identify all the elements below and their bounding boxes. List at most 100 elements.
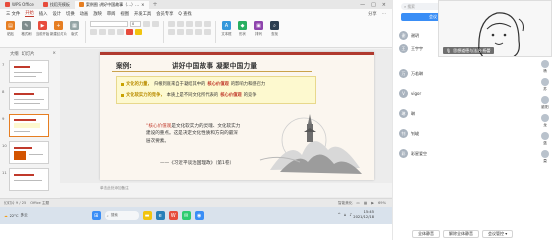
bullets-icon[interactable] xyxy=(168,21,175,27)
menu-developer[interactable]: 开发工具 xyxy=(134,11,151,17)
speaker-video[interactable]: 🎙 思想道德与法治-杨蕾 xyxy=(438,0,552,57)
line-spacing-icon[interactable] xyxy=(204,21,211,27)
indent-icon[interactable] xyxy=(186,21,193,27)
menu-insert[interactable]: 插入 xyxy=(39,11,48,17)
participant-mini[interactable]: 杨 xyxy=(538,60,552,74)
slide-thumb[interactable] xyxy=(9,60,49,83)
layout-button[interactable]: ▦ 版式 xyxy=(68,21,81,36)
menu-slideshow[interactable]: 放映 xyxy=(93,11,102,17)
edge-browser-icon[interactable]: e xyxy=(155,211,165,220)
bold-icon[interactable] xyxy=(90,29,97,35)
font-color-icon[interactable] xyxy=(126,29,133,35)
menu-file[interactable]: 三 文件 xyxy=(6,11,20,17)
taskbar-search[interactable]: ⌕ 搜索 xyxy=(104,211,139,220)
more-button[interactable]: … xyxy=(382,11,386,17)
numbering-icon[interactable] xyxy=(177,21,184,27)
participant-item[interactable]: 彩 彩星爱空 xyxy=(399,149,427,158)
maximize-icon[interactable]: □ xyxy=(371,2,376,8)
slide-thumbnails: 7 8 9 10 11 xyxy=(0,58,60,198)
mute-all-button[interactable]: 全体静音 xyxy=(412,229,440,238)
slide-thumb[interactable] xyxy=(9,168,49,191)
notes-area[interactable]: 单击此处添加备注 xyxy=(60,183,392,197)
slide-thumb[interactable] xyxy=(9,141,49,164)
font-family-select[interactable] xyxy=(90,21,128,27)
play-from-current-button[interactable]: ▶ 当前开始 xyxy=(36,21,49,36)
meeting-control-button[interactable]: 会议管控 ▾ xyxy=(482,229,514,238)
zoom-level[interactable]: 69% xyxy=(378,201,386,205)
view-sorter-icon[interactable]: ▦ xyxy=(364,201,367,205)
format-painter-button[interactable]: ✎ 格式刷 xyxy=(20,21,33,36)
slide-thumb-selected[interactable] xyxy=(9,114,49,137)
align-right-icon[interactable] xyxy=(186,29,193,35)
menu-search[interactable]: Q 查找 xyxy=(178,11,191,17)
menu-home[interactable]: 开始 xyxy=(25,10,34,17)
font-size-select[interactable]: 0 xyxy=(130,21,141,27)
highlight-icon[interactable] xyxy=(135,29,142,35)
close-window-icon[interactable]: × xyxy=(382,2,386,8)
paste-button[interactable]: ▤ 粘贴 xyxy=(4,21,17,36)
beautify-button[interactable]: 智能美化 xyxy=(338,201,352,206)
tab-wps-office[interactable]: WPS Office xyxy=(1,0,38,9)
participant-mini[interactable]: 苏 xyxy=(538,78,552,92)
menu-transition[interactable]: 切换 xyxy=(66,11,75,17)
tab-slides[interactable]: 幻灯片 xyxy=(22,51,35,57)
shapes-button[interactable]: ◆ 形状 xyxy=(236,21,249,36)
menu-review[interactable]: 审阅 xyxy=(107,11,116,17)
menu-member[interactable]: 会员专享 xyxy=(156,11,173,17)
play-icon: ▶ xyxy=(38,21,47,30)
participant-item[interactable]: 谢 谢玥 xyxy=(399,31,419,40)
participant-item[interactable]: 王 王宇宇 xyxy=(399,44,423,53)
menu-view[interactable]: 视图 xyxy=(120,11,129,17)
network-icon[interactable]: ⌂ xyxy=(344,212,347,217)
new-slide-button[interactable]: + 新建幻灯片 xyxy=(50,21,67,36)
share-button[interactable]: 分享 xyxy=(368,11,377,17)
menu-animation[interactable]: 动画 xyxy=(80,11,89,17)
tab-templates[interactable]: 找稻壳模板 xyxy=(38,0,74,9)
menu-design[interactable]: 设计 xyxy=(52,11,61,17)
text-direction-icon[interactable] xyxy=(204,29,211,35)
slide-thumb[interactable] xyxy=(9,87,49,110)
play-label: 当前开始 xyxy=(35,32,50,36)
tab-outline[interactable]: 大纲 xyxy=(10,51,19,57)
participant-mini[interactable]: 莫 xyxy=(538,150,552,164)
view-normal-icon[interactable]: ▭ xyxy=(356,201,359,205)
participant-item[interactable]: V vigor xyxy=(399,89,421,98)
participant-item[interactable]: 钊 钊峻 xyxy=(399,129,419,138)
chat-app-icon[interactable]: ✉ xyxy=(181,211,191,220)
thumb-number: 9 xyxy=(2,116,5,121)
weather-widget[interactable]: ☁ 22°C 多云 xyxy=(4,213,28,218)
participant-item[interactable]: 万 万若琳 xyxy=(399,69,423,78)
strikethrough-icon[interactable] xyxy=(117,29,124,35)
minimize-icon[interactable]: — xyxy=(360,2,365,8)
close-panel-icon[interactable]: × xyxy=(52,51,60,56)
unmute-all-button[interactable]: 解除全体静音 xyxy=(443,229,479,238)
participant-item[interactable]: 琳 琳 xyxy=(399,109,415,118)
wps-taskbar-icon[interactable]: W xyxy=(168,211,178,220)
find-button[interactable]: ⌕ 查找 xyxy=(268,21,281,36)
volume-icon[interactable]: ♪ xyxy=(349,212,352,217)
file-explorer-icon[interactable]: ▬ xyxy=(142,211,152,220)
new-tab-button[interactable]: + xyxy=(150,1,161,8)
outdent-icon[interactable] xyxy=(195,21,202,27)
shrink-font-icon[interactable] xyxy=(152,21,159,27)
participant-mini[interactable]: 蓝 xyxy=(538,132,552,146)
windows-start-icon[interactable]: ⊞ xyxy=(91,211,101,220)
current-slide[interactable]: 案例: 讲好中国故事 凝聚中国力量 文化的力量， 归根到底来自于凝结其中的 核心… xyxy=(100,52,374,180)
underline-icon[interactable] xyxy=(108,29,115,35)
justify-icon[interactable] xyxy=(195,29,202,35)
taskbar-clock[interactable]: 15:45 2021/12/18 xyxy=(353,210,374,220)
arrange-button[interactable]: ▣ 排列 xyxy=(252,21,265,36)
participant-mini[interactable]: 欧阳 xyxy=(538,96,552,110)
weather-temp: 22°C xyxy=(9,213,19,218)
play-slideshow-icon[interactable]: ▶ xyxy=(371,201,374,205)
participant-mini[interactable]: 龙 xyxy=(538,114,552,128)
tray-chevron-icon[interactable]: ^ xyxy=(338,212,341,217)
align-center-icon[interactable] xyxy=(177,29,184,35)
tab-presentation[interactable]: 案例图 讲好中国故事（…）… × xyxy=(74,0,149,9)
italic-icon[interactable] xyxy=(99,29,106,35)
tab-close-icon[interactable]: × xyxy=(141,2,144,7)
textbox-button[interactable]: A 文本框 xyxy=(220,21,233,36)
meeting-app-icon[interactable]: ◉ xyxy=(194,211,204,220)
grow-font-icon[interactable] xyxy=(143,21,150,27)
align-left-icon[interactable] xyxy=(168,29,175,35)
